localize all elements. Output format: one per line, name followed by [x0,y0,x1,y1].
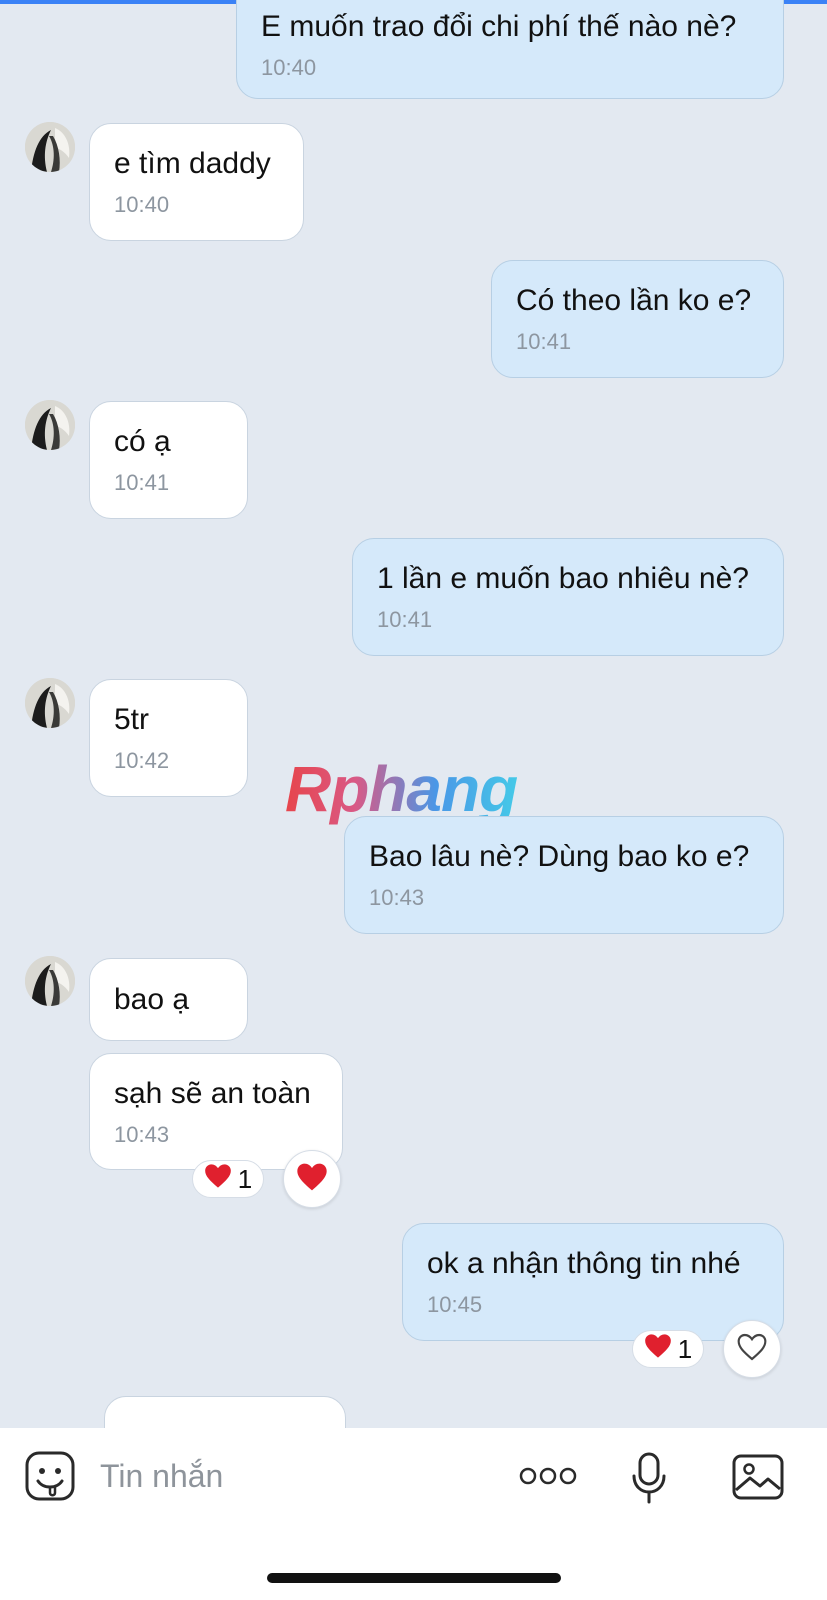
sticker-icon[interactable] [24,1450,76,1502]
message-time: 10:41 [114,470,170,495]
message-bubble-outgoing[interactable]: E muốn trao đổi chi phí thế nào nè? 10:4… [236,0,784,99]
message-text: sạh sẽ an toàn [114,1077,311,1110]
message-time: 10:42 [114,748,170,773]
avatar[interactable] [25,956,75,1006]
heart-icon [644,1333,672,1366]
react-button[interactable] [723,1320,781,1378]
message-bubble-incoming[interactable]: e tìm daddy 10:40 [89,123,304,241]
message-input[interactable]: Tin nhắn [100,1458,223,1495]
watermark-logo: Rphang [285,753,518,825]
image-icon[interactable] [731,1452,785,1502]
message-bubble-incoming[interactable]: bao ạ [89,958,248,1041]
reaction-count: 1 [677,1333,693,1364]
message-text: bao ạ [114,983,190,1016]
message-text: e tìm daddy [114,147,271,180]
message-time: 10:40 [261,55,317,80]
message-time: 10:45 [427,1292,483,1317]
message-bubble-incoming[interactable]: có ạ 10:41 [89,401,248,519]
message-bubble-outgoing[interactable]: 1 lần e muốn bao nhiêu nè? 10:41 [352,538,784,656]
message-time: 10:40 [114,192,170,217]
heart-icon [296,1162,328,1197]
message-bubble-outgoing[interactable]: Bao lâu nè? Dùng bao ko e? 10:43 [344,816,784,934]
reaction-badge[interactable]: 1 [192,1160,264,1198]
message-time: 10:41 [516,329,572,354]
message-text: 1 lần e muốn bao nhiêu nè? [377,562,749,595]
reaction-badge[interactable]: 1 [632,1330,704,1368]
react-button[interactable] [283,1150,341,1208]
reaction-count: 1 [237,1163,253,1194]
message-bubble-outgoing[interactable]: ok a nhận thông tin nhé 10:45 [402,1223,784,1341]
heart-outline-icon [736,1332,768,1367]
message-time: 10:43 [114,1122,170,1147]
more-icon[interactable] [518,1458,578,1494]
message-text: 5tr [114,703,150,736]
message-bubble-incoming[interactable]: 5tr 10:42 [89,679,248,797]
heart-icon [204,1163,232,1196]
message-text: Có theo lần ko e? [516,284,752,317]
message-text: E muốn trao đổi chi phí thế nào nè? [261,10,737,43]
message-text: ok a nhận thông tin nhé [427,1247,741,1280]
message-time: 10:41 [377,607,433,632]
microphone-icon[interactable] [628,1450,670,1506]
message-text: Bao lâu nè? Dùng bao ko e? [369,840,750,873]
message-text: có ạ [114,425,171,458]
message-time: 10:43 [369,885,425,910]
message-bubble-incoming[interactable] [104,1396,346,1428]
avatar[interactable] [25,122,75,172]
avatar[interactable] [25,400,75,450]
message-bubble-outgoing[interactable]: Có theo lần ko e? 10:41 [491,260,784,378]
home-indicator[interactable] [267,1573,561,1583]
chat-thread[interactable]: E muốn trao đổi chi phí thế nào nè? 10:4… [0,0,827,1428]
avatar[interactable] [25,678,75,728]
